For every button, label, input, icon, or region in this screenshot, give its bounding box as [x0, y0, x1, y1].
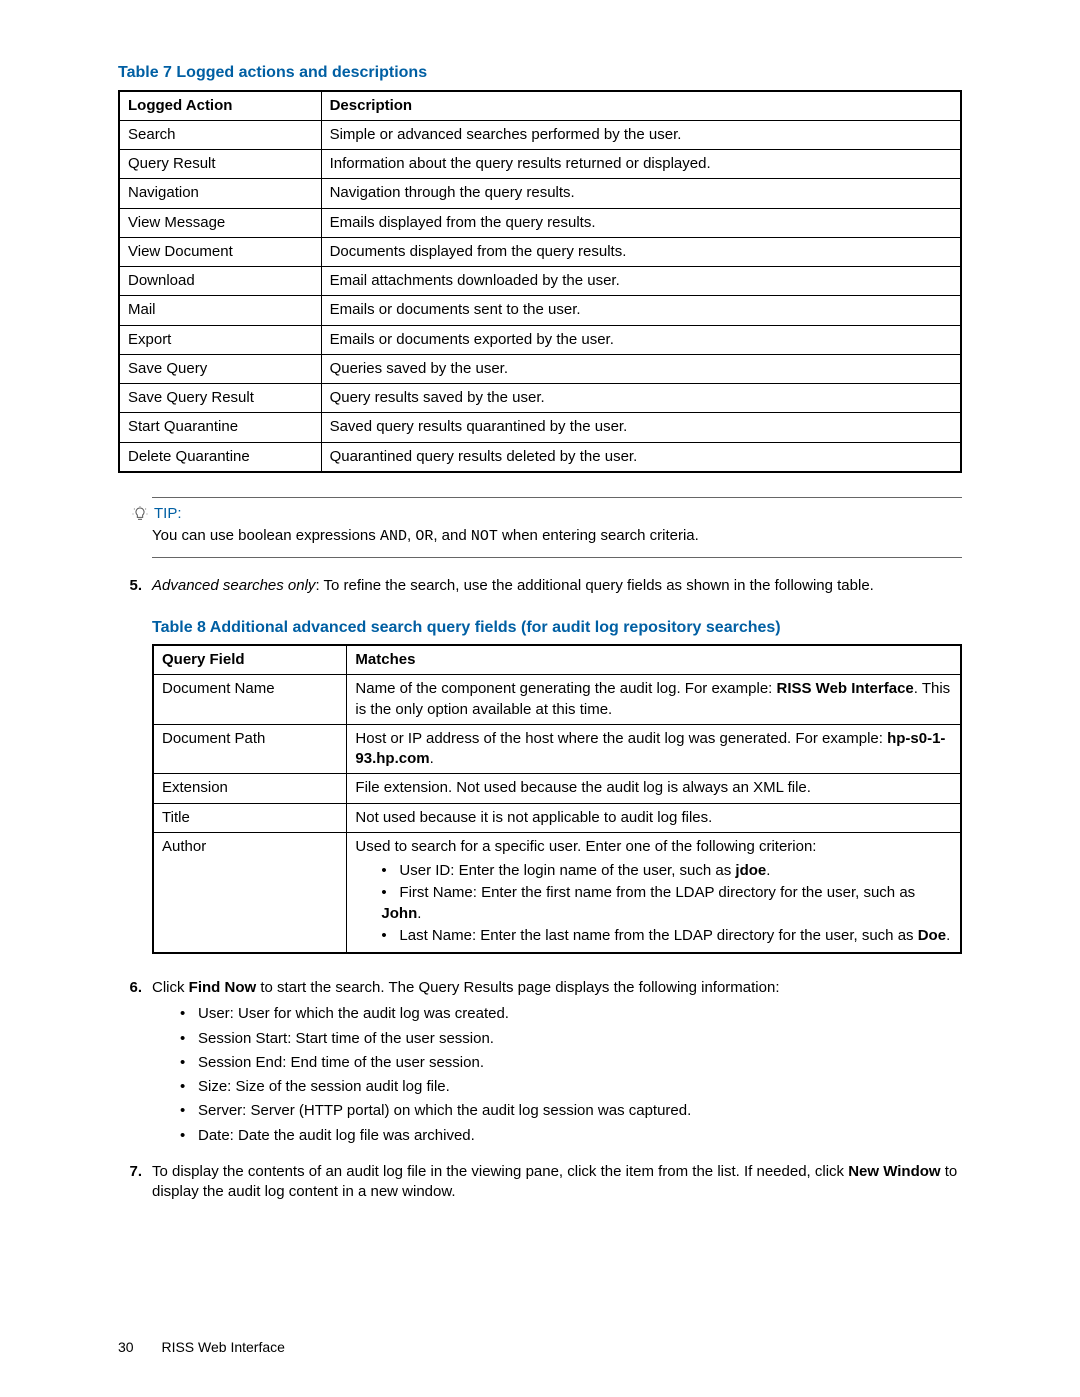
list-item: User: User for which the audit log was c… [180, 1004, 780, 1024]
table-row: Document Path Host or IP address of the … [153, 724, 961, 774]
steps-list: 5. Advanced searches only: To refine the… [118, 576, 962, 596]
step-5: 5. Advanced searches only: To refine the… [118, 576, 962, 596]
table7-header-action: Logged Action [119, 91, 321, 121]
lightbulb-icon [132, 506, 148, 522]
step-6-number: 6. [118, 978, 142, 1156]
table-row: MailEmails or documents sent to the user… [119, 296, 961, 325]
footer-section: RISS Web Interface [161, 1339, 284, 1355]
tip-text: You can use boolean expressions AND, OR,… [152, 526, 962, 547]
table8-title: Table 8 Additional advanced search query… [152, 617, 962, 639]
table-row: Delete QuarantineQuarantined query resul… [119, 442, 961, 472]
step-7-text: To display the contents of an audit log … [152, 1162, 962, 1203]
table-row: Save Query ResultQuery results saved by … [119, 384, 961, 413]
page-footer: 30 RISS Web Interface [118, 1338, 285, 1357]
steps-list-cont: 6. Click Find Now to start the search. T… [118, 978, 962, 1202]
step-7: 7. To display the contents of an audit l… [118, 1162, 962, 1203]
table-row: DownloadEmail attachments downloaded by … [119, 267, 961, 296]
table-row: Document Name Name of the component gene… [153, 675, 961, 725]
table-row: Save QueryQueries saved by the user. [119, 354, 961, 383]
table-row: Query ResultInformation about the query … [119, 150, 961, 179]
table-row: Author Used to search for a specific use… [153, 832, 961, 953]
step-5-text: Advanced searches only: To refine the se… [152, 576, 874, 596]
step-6-text: Click Find Now to start the search. The … [152, 978, 780, 1156]
table8: Query Field Matches Document Name Name o… [152, 644, 962, 954]
list-item: Size: Size of the session audit log file… [180, 1077, 780, 1097]
table-row: SearchSimple or advanced searches perfor… [119, 120, 961, 149]
list-item: Session Start: Start time of the user se… [180, 1029, 780, 1049]
table8-header-queryfield: Query Field [153, 645, 347, 675]
table8-header-matches: Matches [347, 645, 961, 675]
page-number: 30 [118, 1339, 134, 1355]
step-6: 6. Click Find Now to start the search. T… [118, 978, 962, 1156]
table-row: Start QuarantineSaved query results quar… [119, 413, 961, 442]
table-row: NavigationNavigation through the query r… [119, 179, 961, 208]
table7: Logged Action Description SearchSimple o… [118, 90, 962, 473]
tip-block: TIP: You can use boolean expressions AND… [152, 497, 962, 559]
step-5-number: 5. [118, 576, 142, 596]
author-criteria-list: User ID: Enter the login name of the use… [381, 861, 952, 946]
query-results-info-list: User: User for which the audit log was c… [180, 1004, 780, 1146]
table-row: View DocumentDocuments displayed from th… [119, 237, 961, 266]
table7-header-description: Description [321, 91, 961, 121]
tip-label: TIP: [154, 504, 182, 524]
table7-title: Table 7 Logged actions and descriptions [118, 62, 962, 84]
table-row: Extension File extension. Not used becau… [153, 774, 961, 803]
list-item: Server: Server (HTTP portal) on which th… [180, 1101, 780, 1121]
table-row: Title Not used because it is not applica… [153, 803, 961, 832]
table-row: ExportEmails or documents exported by th… [119, 325, 961, 354]
step-7-number: 7. [118, 1162, 142, 1203]
list-item: Session End: End time of the user sessio… [180, 1053, 780, 1073]
list-item: Date: Date the audit log file was archiv… [180, 1126, 780, 1146]
table-row: View MessageEmails displayed from the qu… [119, 208, 961, 237]
